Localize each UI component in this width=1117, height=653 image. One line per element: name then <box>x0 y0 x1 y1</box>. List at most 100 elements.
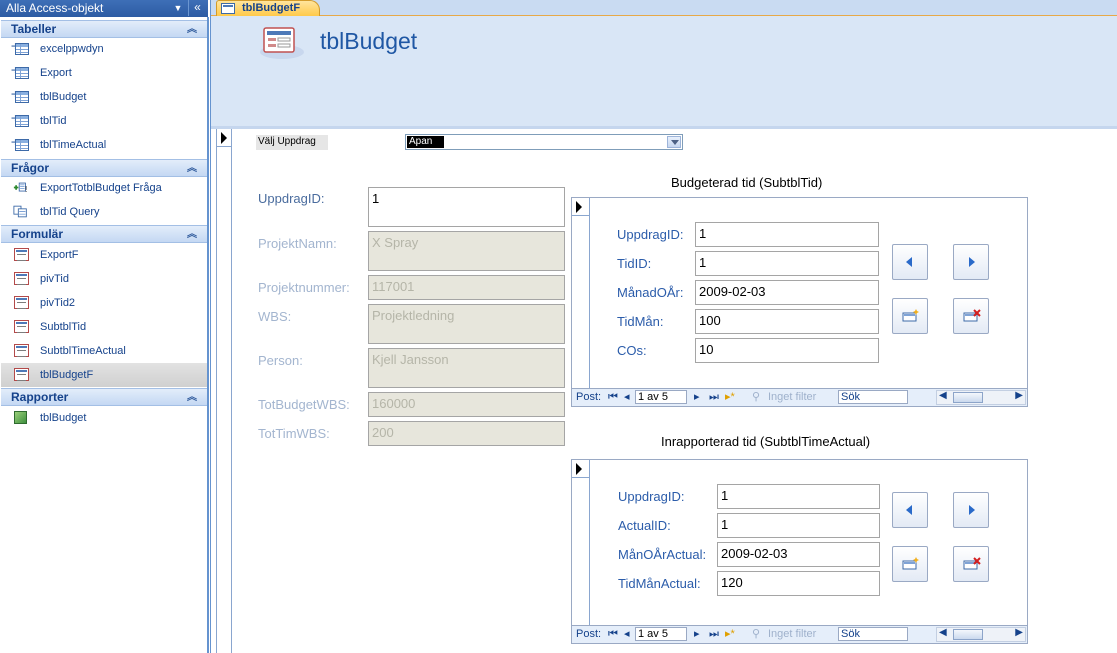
new-record-nav-icon[interactable]: ▸* <box>725 627 735 641</box>
nav-item-subtbltimeactual[interactable]: SubtblTimeActual <box>1 339 207 363</box>
sf2-uppdragid-field[interactable]: 1 <box>717 484 880 509</box>
next-record-icon[interactable]: ▸ <box>694 390 700 404</box>
horizontal-scrollbar[interactable]: ◀ ▶ <box>936 627 1026 642</box>
nav-item-report-tblbudget[interactable]: tblBudget <box>1 406 207 430</box>
nav-item-excelppwdyn[interactable]: ➔ excelppwdyn <box>1 37 207 61</box>
nav-pane-header[interactable]: Alla Access-objekt ▼ « <box>0 0 208 17</box>
sf1-manadoar-field[interactable]: 2009-02-03 <box>695 280 879 305</box>
sf2-uppdragid-label: UppdragID: <box>618 489 685 504</box>
chevron-down-icon[interactable]: ▼ <box>172 0 184 16</box>
nav-item-export[interactable]: ➔ Export <box>1 61 207 85</box>
linked-table-icon: ➔ <box>11 89 31 104</box>
nav-item-tbltid[interactable]: ➔ tblTid <box>1 109 207 133</box>
prev-record-icon[interactable]: ◂ <box>624 627 630 641</box>
nav-group-rapporter[interactable]: Rapporter ︽ <box>1 388 207 406</box>
delete-record-button[interactable] <box>953 298 989 334</box>
form-icon <box>221 3 235 14</box>
nav-group-fragor[interactable]: Frågor ︽ <box>1 159 207 177</box>
prev-record-icon[interactable]: ◂ <box>624 390 630 404</box>
nav-group-tabeller[interactable]: Tabeller ︽ <box>1 20 207 38</box>
record-selector[interactable] <box>216 129 232 653</box>
svg-text:!: ! <box>25 185 28 194</box>
delete-record-button[interactable] <box>953 546 989 582</box>
subform1-record-selector[interactable] <box>572 198 590 388</box>
nav-item-label: tblBudgetF <box>40 369 94 381</box>
sf1-tidid-label: TidID: <box>617 256 652 271</box>
new-record-nav-icon[interactable]: ▸* <box>725 390 735 404</box>
projektnummer-label: Projektnummer: <box>258 280 350 295</box>
dropdown-arrow-icon[interactable] <box>667 136 681 148</box>
nav-item-label: tblTimeActual <box>40 139 107 151</box>
wbs-label: WBS: <box>258 309 292 324</box>
nav-item-exportf[interactable]: ExportF <box>1 243 207 267</box>
subform2-navbar: Post: ⏮ ◂ 1 av 5 ▸ ⏭ ▸* ⚲ Inget filter S… <box>572 625 1027 643</box>
last-record-icon[interactable]: ⏭ <box>709 390 719 404</box>
sf1-tidman-label: TidMån: <box>617 314 664 329</box>
first-record-icon[interactable]: ⏮ <box>608 390 618 404</box>
nav-pane-title: Alla Access-objekt <box>6 1 104 15</box>
valj-uppdrag-value: Apan <box>407 136 444 148</box>
previous-record-button[interactable] <box>892 492 928 528</box>
next-record-icon[interactable]: ▸ <box>694 627 700 641</box>
subform2-title: Inrapporterad tid (SubtblTimeActual) <box>661 434 871 449</box>
new-record-button[interactable] <box>892 546 928 582</box>
record-number-input[interactable]: 1 av 5 <box>635 390 687 404</box>
sf2-actualid-field[interactable]: 1 <box>717 513 880 538</box>
post-label: Post: <box>576 628 602 640</box>
sf1-tidman-field[interactable]: 100 <box>695 309 879 334</box>
scroll-left-icon[interactable]: ◀ <box>939 390 947 401</box>
sf2-manoaractual-field[interactable]: 2009-02-03 <box>717 542 880 567</box>
chevron-up-icon[interactable]: ︽ <box>187 22 197 37</box>
sf1-manadoar-label: MånadOÅr: <box>617 285 684 300</box>
header-divider <box>211 126 1117 129</box>
person-field: Kjell Jansson <box>368 348 565 388</box>
next-record-button[interactable] <box>953 244 989 280</box>
scroll-right-icon[interactable]: ▶ <box>1015 627 1023 638</box>
nav-item-exporttotblbudget-fraga[interactable]: ! ExportTotblBudget Fråga <box>1 176 207 200</box>
subform1-title: Budgeterad tid (SubtblTid) <box>671 175 823 190</box>
nav-group-formular[interactable]: Formulär ︽ <box>1 225 207 243</box>
record-number-input[interactable]: 1 av 5 <box>635 627 687 641</box>
next-record-button[interactable] <box>953 492 989 528</box>
chevron-up-icon[interactable]: ︽ <box>187 161 197 176</box>
first-record-icon[interactable]: ⏮ <box>608 627 618 641</box>
nav-item-tblbudgetf[interactable]: tblBudgetF <box>1 363 207 387</box>
collapse-pane-icon[interactable]: « <box>188 0 206 16</box>
last-record-icon[interactable]: ⏭ <box>709 627 719 641</box>
valj-uppdrag-combo[interactable]: Apan <box>405 134 683 150</box>
totbudgetwbs-label: TotBudgetWBS: <box>258 397 350 412</box>
scrollbar-thumb[interactable] <box>953 392 983 403</box>
sf1-cos-field[interactable]: 10 <box>695 338 879 363</box>
chevron-up-icon[interactable]: ︽ <box>187 227 197 242</box>
nav-item-tbltimeactual[interactable]: ➔ tblTimeActual <box>1 133 207 157</box>
scrollbar-thumb[interactable] <box>953 629 983 640</box>
no-filter-icon: ⚲ <box>752 391 761 403</box>
tab-tblbudgetf[interactable]: tblBudgetF <box>216 0 320 16</box>
sf1-uppdragid-field[interactable]: 1 <box>695 222 879 247</box>
new-record-icon <box>902 557 919 570</box>
filter-status[interactable]: Inget filter <box>768 390 816 404</box>
nav-item-tblbudget[interactable]: ➔ tblBudget <box>1 85 207 109</box>
new-record-button[interactable] <box>892 298 928 334</box>
filter-status[interactable]: Inget filter <box>768 627 816 641</box>
scroll-left-icon[interactable]: ◀ <box>939 627 947 638</box>
nav-item-subtbltid[interactable]: SubtblTid <box>1 315 207 339</box>
nav-item-tbltid-query[interactable]: tblTid Query <box>1 200 207 224</box>
subform2-record-selector[interactable] <box>572 460 590 625</box>
horizontal-scrollbar[interactable]: ◀ ▶ <box>936 390 1026 405</box>
navigation-pane: Alla Access-objekt ▼ « Tabeller ︽ ➔ exce… <box>0 0 208 653</box>
delete-record-icon <box>963 309 981 322</box>
nav-item-pivtid[interactable]: pivTid <box>1 267 207 291</box>
chevron-up-icon[interactable]: ︽ <box>187 390 197 405</box>
document-area: tblBudgetF tblBudget Välj Uppdrag Apan U… <box>210 0 1117 653</box>
scroll-right-icon[interactable]: ▶ <box>1015 390 1023 401</box>
previous-record-button[interactable] <box>892 244 928 280</box>
sf1-cos-label: COs: <box>617 343 647 358</box>
sf2-tidmanactual-field[interactable]: 120 <box>717 571 880 596</box>
form-logo-icon <box>260 27 304 59</box>
nav-item-pivtid2[interactable]: pivTid2 <box>1 291 207 315</box>
search-input[interactable]: Sök <box>838 390 908 404</box>
uppdragid-field[interactable]: 1 <box>368 187 565 227</box>
search-input[interactable]: Sök <box>838 627 908 641</box>
sf1-tidid-field[interactable]: 1 <box>695 251 879 276</box>
